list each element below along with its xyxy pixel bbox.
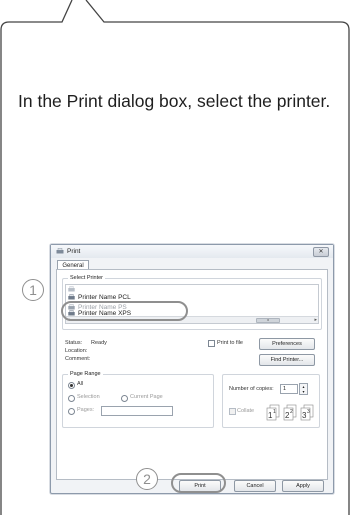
range-selection-radio[interactable] xyxy=(68,395,75,402)
range-pages-label: Pages: xyxy=(77,407,95,413)
location-label: Location: xyxy=(65,348,88,354)
cancel-button[interactable]: Cancel xyxy=(234,480,276,492)
page-range-group: Page Range All Selection Current Page Pa… xyxy=(62,371,214,428)
close-icon: ✕ xyxy=(318,249,324,255)
pages-input[interactable] xyxy=(101,406,173,416)
range-all-radio[interactable] xyxy=(68,382,75,389)
range-current-page-radio[interactable] xyxy=(121,395,128,402)
step-2-marker: 2 xyxy=(136,468,158,490)
printer-highlight xyxy=(61,301,188,321)
print-to-file-checkbox[interactable] xyxy=(208,340,215,347)
scroll-thumb-grip: III xyxy=(266,318,270,322)
printer-item-hidden-top[interactable] xyxy=(68,285,78,293)
copies-label: Number of copies: xyxy=(229,386,274,392)
dialog-title: Print xyxy=(67,248,81,255)
range-current-page-label: Current Page xyxy=(130,394,163,400)
printer-icon xyxy=(68,294,75,300)
status-value: Ready xyxy=(91,340,107,346)
range-all-label: All xyxy=(77,381,84,387)
printer-icon xyxy=(56,248,64,254)
preferences-button[interactable]: Preferences xyxy=(259,338,315,350)
select-printer-label: Select Printer xyxy=(68,275,106,281)
status-label: Status: xyxy=(65,340,83,346)
range-selection-label: Selection xyxy=(77,394,100,400)
copies-input[interactable]: 1 xyxy=(280,384,298,394)
page-range-label: Page Range xyxy=(68,371,103,377)
step-1-marker: 1 xyxy=(22,279,44,301)
svg-text:1: 1 xyxy=(273,409,276,415)
print-to-file-label: Print to file xyxy=(217,340,243,346)
copies-stepper[interactable]: ▴ ▾ xyxy=(299,383,308,395)
collate-label: Collate xyxy=(237,408,255,414)
svg-text:3: 3 xyxy=(307,409,310,415)
scroll-thumb[interactable]: III xyxy=(256,318,280,323)
close-button[interactable]: ✕ xyxy=(313,247,329,257)
instruction-text: In the Print dialog box, select the prin… xyxy=(18,91,331,111)
find-printer-button[interactable]: Find Printer... xyxy=(259,354,315,366)
apply-button[interactable]: Apply xyxy=(282,480,324,492)
collate-checkbox[interactable] xyxy=(229,408,236,415)
svg-text:2: 2 xyxy=(290,409,293,415)
copies-group: Number of copies: 1 ▴ ▾ Collate 11 22 33 xyxy=(222,374,320,428)
range-pages-radio[interactable] xyxy=(68,408,75,415)
dialog-titlebar: Print ✕ xyxy=(51,245,333,258)
print-button-highlight xyxy=(171,473,226,493)
printer-icon xyxy=(68,286,75,292)
printer-item-pcl[interactable]: Printer Name PCL xyxy=(68,293,131,301)
scroll-right-arrow-icon[interactable]: ▸ xyxy=(314,317,317,323)
printer-name: Printer Name PCL xyxy=(78,293,131,301)
comment-label: Comment: xyxy=(65,356,91,362)
print-dialog: Print ✕ General Select Printer Printer N… xyxy=(50,244,334,494)
collate-pages-icon: 11 22 33 xyxy=(266,404,314,421)
